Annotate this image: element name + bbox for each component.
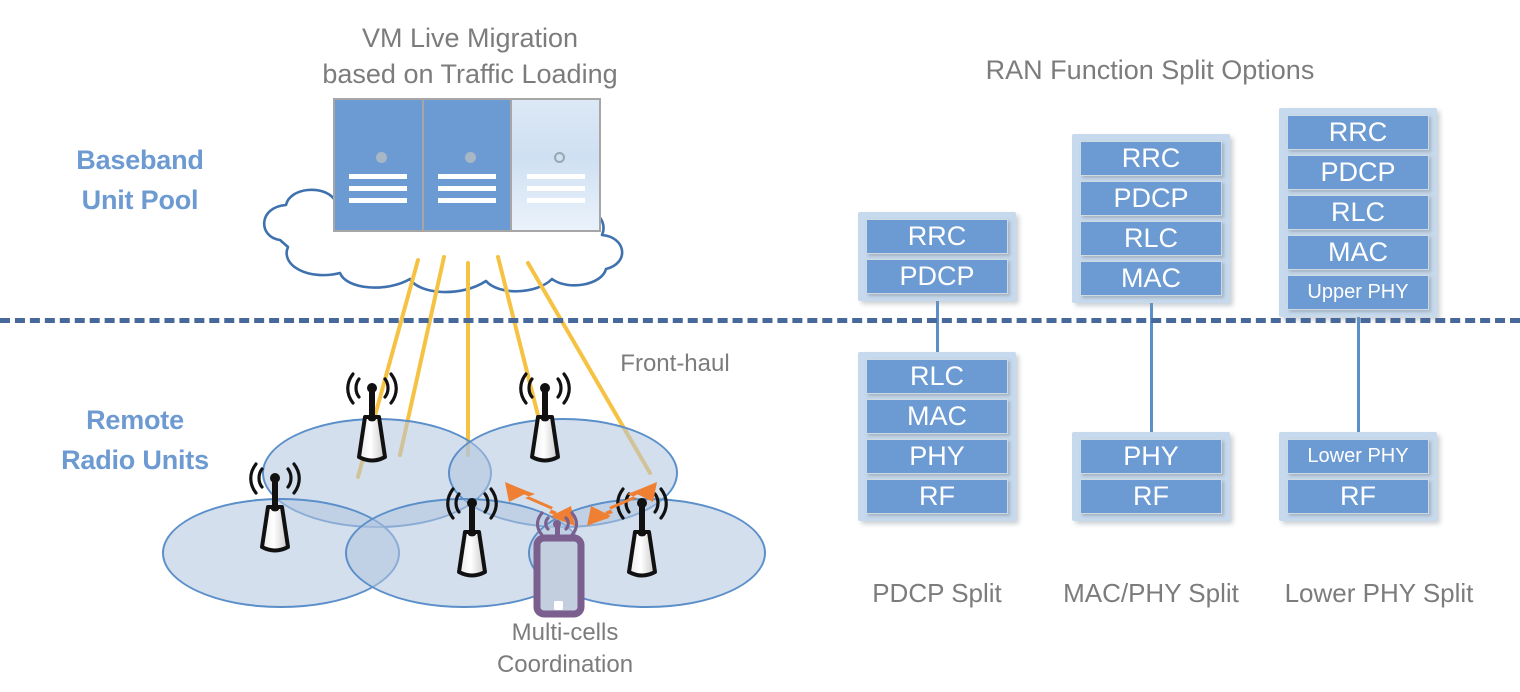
layer-box: RF (1287, 479, 1429, 514)
layer-box: Upper PHY (1287, 275, 1429, 310)
layer-box: PHY (866, 439, 1008, 474)
baseband-unit-pool-label: Baseband Unit Pool (25, 140, 255, 220)
layer-box: PHY (1080, 439, 1222, 474)
layer-box: MAC (866, 399, 1008, 434)
split-connector-line (1150, 290, 1153, 448)
baseband-server-rack (333, 98, 601, 232)
baseband-label-line-2: Unit Pool (81, 185, 199, 215)
split-upper-stack-pdcp: RRC PDCP (858, 212, 1016, 301)
server-vent-lines (526, 174, 585, 210)
layer-box: RRC (1287, 115, 1429, 150)
server-unit-2 (421, 100, 511, 230)
layer-box: PDCP (1080, 181, 1222, 216)
server-status-dot (376, 152, 388, 163)
fronthaul-boundary-divider (0, 318, 1520, 323)
layer-box: PDCP (866, 259, 1008, 294)
server-status-dot (465, 152, 476, 163)
antenna-icon (249, 462, 301, 553)
layer-box: RLC (1080, 221, 1222, 256)
split-upper-stack-lowerphy: RRC PDCP RLC MAC Upper PHY (1279, 108, 1437, 317)
split-upper-stack-macphy: RRC PDCP RLC MAC (1072, 134, 1230, 303)
antenna-icon (446, 487, 498, 578)
remote-label-line-1: Remote (86, 405, 184, 435)
split-lower-stack-macphy: PHY RF (1072, 432, 1230, 521)
layer-box: RRC (1080, 141, 1222, 176)
baseband-label-line-1: Baseband (76, 145, 204, 175)
layer-box: MAC (1080, 261, 1222, 296)
diagram-canvas: VM Live Migration based on Traffic Loadi… (0, 0, 1520, 692)
multicell-coordination-label: Multi-cells Coordination (465, 617, 665, 681)
layer-box: RLC (866, 359, 1008, 394)
split-lower-stack-lowerphy: Lower PHY RF (1279, 432, 1437, 521)
split-caption-macphy: MAC/PHY Split (1063, 578, 1239, 608)
remote-label-line-2: Radio Units (61, 445, 209, 475)
vm-title-line-2: based on Traffic Loading (322, 59, 618, 89)
server-unit-1 (335, 100, 422, 230)
layer-box: MAC (1287, 235, 1429, 270)
antenna-icon (346, 372, 398, 463)
layer-box: RLC (1287, 195, 1429, 230)
vm-title-line-1: VM Live Migration (361, 23, 579, 53)
antenna-icon (519, 372, 571, 463)
layer-box: RF (1080, 479, 1222, 514)
server-status-dot (553, 152, 565, 163)
layer-box: RRC (866, 219, 1008, 254)
server-unit-3-migrating (510, 100, 600, 230)
layer-box: PDCP (1287, 155, 1429, 190)
server-vent-lines (438, 174, 496, 210)
mobile-phone-icon (533, 511, 585, 618)
vm-live-migration-title: VM Live Migration based on Traffic Loadi… (280, 20, 660, 92)
split-caption-lowerphy: Lower PHY Split (1284, 578, 1474, 608)
server-vent-lines (349, 174, 408, 210)
split-caption-pdcp: PDCP Split (872, 578, 1002, 608)
ran-split-title: RAN Function Split Options (985, 55, 1315, 85)
coordination-arrow-right-head (633, 482, 657, 502)
split-lower-stack-pdcp: RLC MAC PHY RF (858, 352, 1016, 521)
multicell-line-2: Coordination (496, 651, 634, 678)
remote-radio-units-label: Remote Radio Units (10, 400, 260, 480)
fronthaul-label: Front-haul (620, 350, 730, 377)
coordination-arrow-left-head (505, 482, 529, 502)
layer-box: RF (866, 479, 1008, 514)
layer-box: Lower PHY (1287, 439, 1429, 474)
multicell-line-1: Multi-cells (511, 619, 619, 646)
